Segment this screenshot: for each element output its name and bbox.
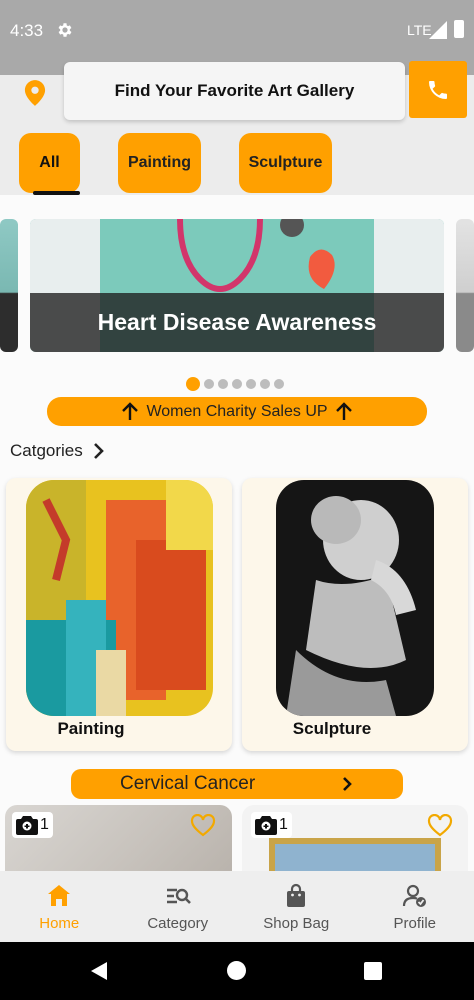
nav-label: Shop Bag xyxy=(263,915,330,932)
photo-count-badge: 1 xyxy=(251,812,292,838)
categories-title: Catgories xyxy=(10,441,83,460)
nav-label: Category xyxy=(147,915,209,932)
battery-icon xyxy=(454,20,464,38)
categories-heading[interactable]: Catgories xyxy=(10,441,105,461)
carousel-dot[interactable] xyxy=(186,377,200,391)
category-search-icon xyxy=(166,888,191,904)
phone-icon xyxy=(429,80,447,99)
photo-count: 1 xyxy=(279,816,288,833)
filter-chip-all[interactable]: All xyxy=(19,133,80,193)
nav-label: Home xyxy=(39,915,80,932)
filter-chip-sculpture[interactable]: Sculpture xyxy=(239,133,332,193)
carousel-indicator xyxy=(186,377,284,391)
nav-category[interactable]: Category xyxy=(119,871,238,942)
camera-icon xyxy=(16,816,38,835)
banner-next-slide[interactable] xyxy=(456,219,474,352)
location-pin-icon[interactable] xyxy=(24,80,46,106)
banner-previous-slide[interactable] xyxy=(0,219,18,352)
selected-chip-indicator xyxy=(33,191,80,195)
status-time: 4:33 xyxy=(10,21,44,40)
home-circle-icon[interactable] xyxy=(227,961,246,980)
call-button[interactable] xyxy=(409,61,467,118)
recent-apps-icon[interactable] xyxy=(364,962,382,980)
product-card[interactable]: 1 xyxy=(5,805,232,875)
category-label: Painting xyxy=(57,719,125,738)
carousel-dot[interactable] xyxy=(274,379,284,389)
signal-icon xyxy=(429,21,447,39)
sculpture-image xyxy=(276,480,434,716)
nav-label: Profile xyxy=(393,915,437,932)
carousel-dot[interactable] xyxy=(218,379,228,389)
banner-title: Heart Disease Awareness xyxy=(97,309,377,335)
photo-count: 1 xyxy=(40,816,49,833)
chip-label: All xyxy=(39,154,60,171)
favorite-heart-icon[interactable] xyxy=(427,814,453,838)
chevron-right-icon xyxy=(343,777,352,791)
search-placeholder: Find Your Favorite Art Gallery xyxy=(114,81,355,100)
category-label: Sculpture xyxy=(292,719,372,738)
painting-image xyxy=(26,480,213,716)
back-icon[interactable] xyxy=(89,961,109,981)
cervical-cancer-button[interactable]: Cervical Cancer xyxy=(71,769,403,799)
arrow-up-icon xyxy=(122,401,139,420)
search-bar[interactable]: Find Your Favorite Art Gallery xyxy=(64,62,405,120)
photo-count-badge: 1 xyxy=(12,812,53,838)
women-charity-button[interactable]: Women Charity Sales UP xyxy=(47,397,427,426)
category-card-painting[interactable]: Painting xyxy=(6,478,232,751)
charity-label: Women Charity Sales UP xyxy=(146,402,328,420)
carousel-dot[interactable] xyxy=(204,379,214,389)
shopping-bag-icon xyxy=(287,883,306,907)
carousel-dot[interactable] xyxy=(260,379,270,389)
carousel-dot[interactable] xyxy=(232,379,242,389)
settings-gear-icon xyxy=(58,23,72,37)
chip-label: Sculpture xyxy=(248,154,323,171)
nav-home[interactable]: Home xyxy=(0,871,119,942)
carousel-dot[interactable] xyxy=(246,379,256,389)
nav-shop-bag[interactable]: Shop Bag xyxy=(237,871,356,942)
home-icon xyxy=(48,885,71,906)
chevron-right-icon xyxy=(93,443,104,459)
nav-profile[interactable]: Profile xyxy=(356,871,474,942)
category-card-sculpture[interactable]: Sculpture xyxy=(242,478,468,751)
profile-check-icon xyxy=(402,884,426,907)
product-card[interactable]: 1 xyxy=(242,805,468,875)
arrow-up-icon xyxy=(335,401,352,420)
banner-slide[interactable]: Heart Disease Awareness xyxy=(30,219,444,352)
product-image xyxy=(269,838,441,875)
cervical-label: Cervical Cancer xyxy=(120,773,256,794)
filter-chip-painting[interactable]: Painting xyxy=(118,133,201,193)
camera-icon xyxy=(255,816,277,835)
favorite-heart-icon[interactable] xyxy=(190,814,216,838)
network-type: LTE xyxy=(407,22,432,38)
chip-label: Painting xyxy=(127,154,192,171)
bottom-navigation: Home Category Shop Bag Profile xyxy=(0,871,474,942)
